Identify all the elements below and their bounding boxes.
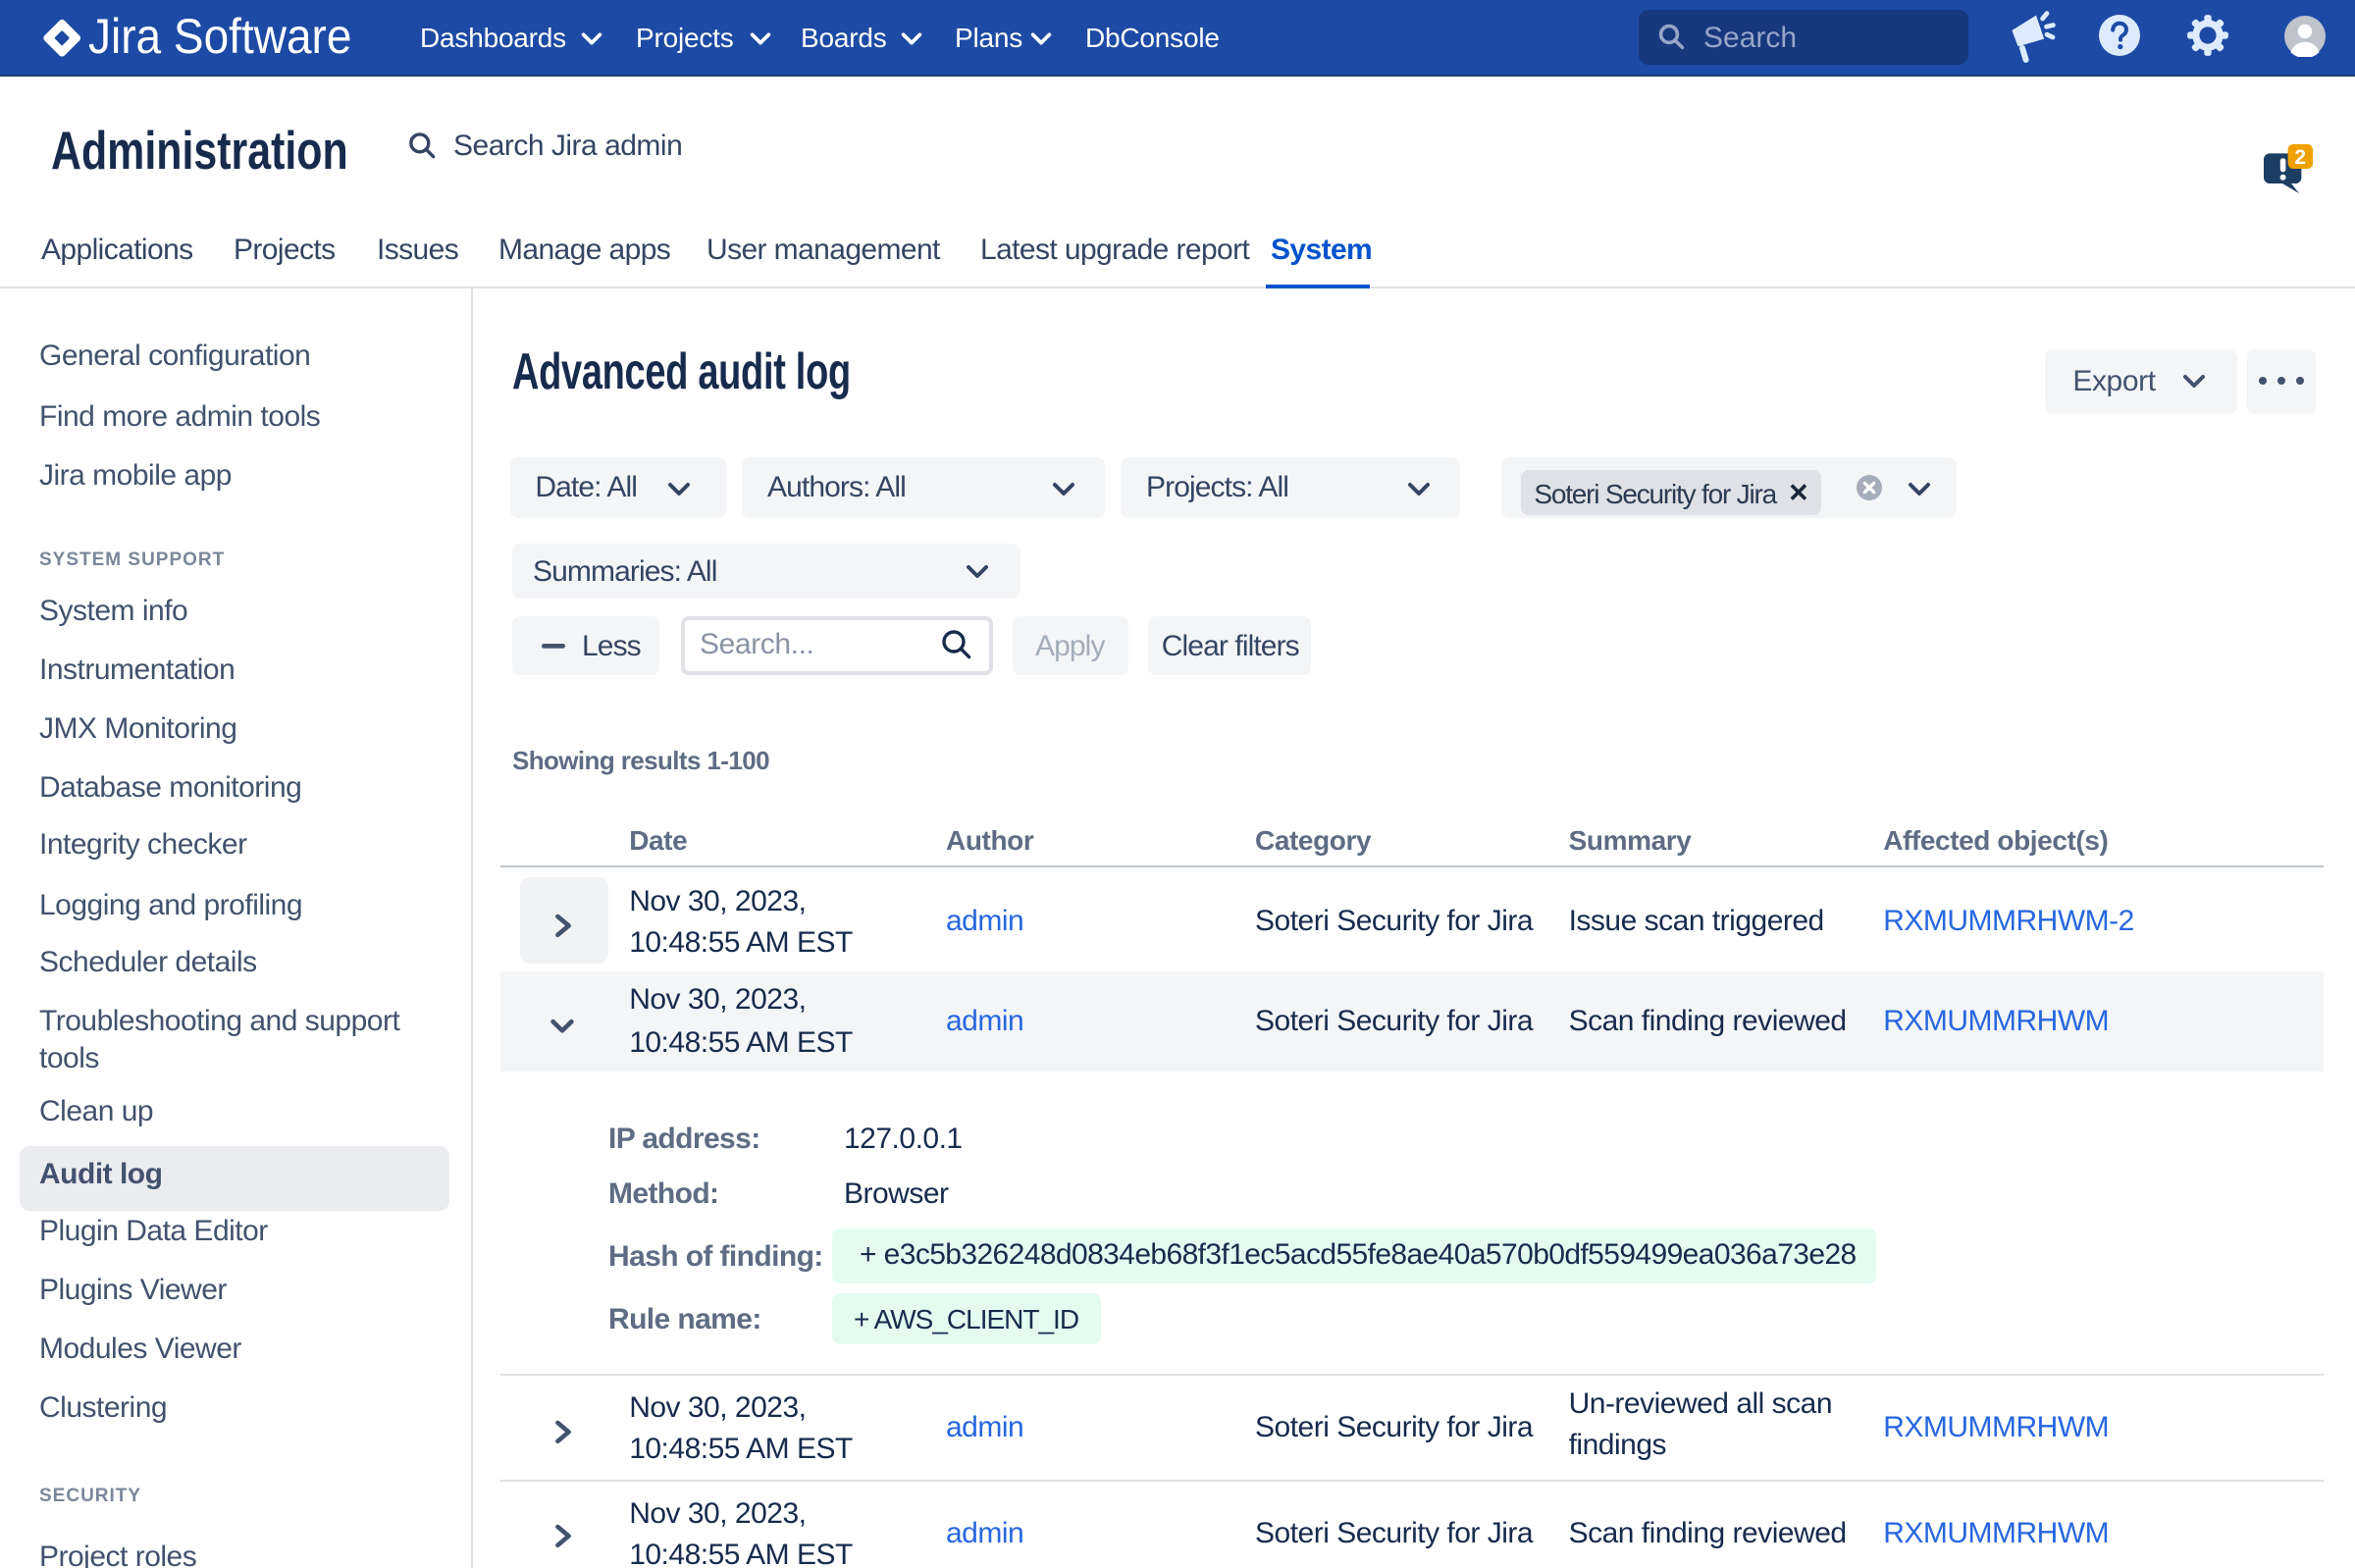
svg-text:2: 2 (2293, 145, 2305, 168)
